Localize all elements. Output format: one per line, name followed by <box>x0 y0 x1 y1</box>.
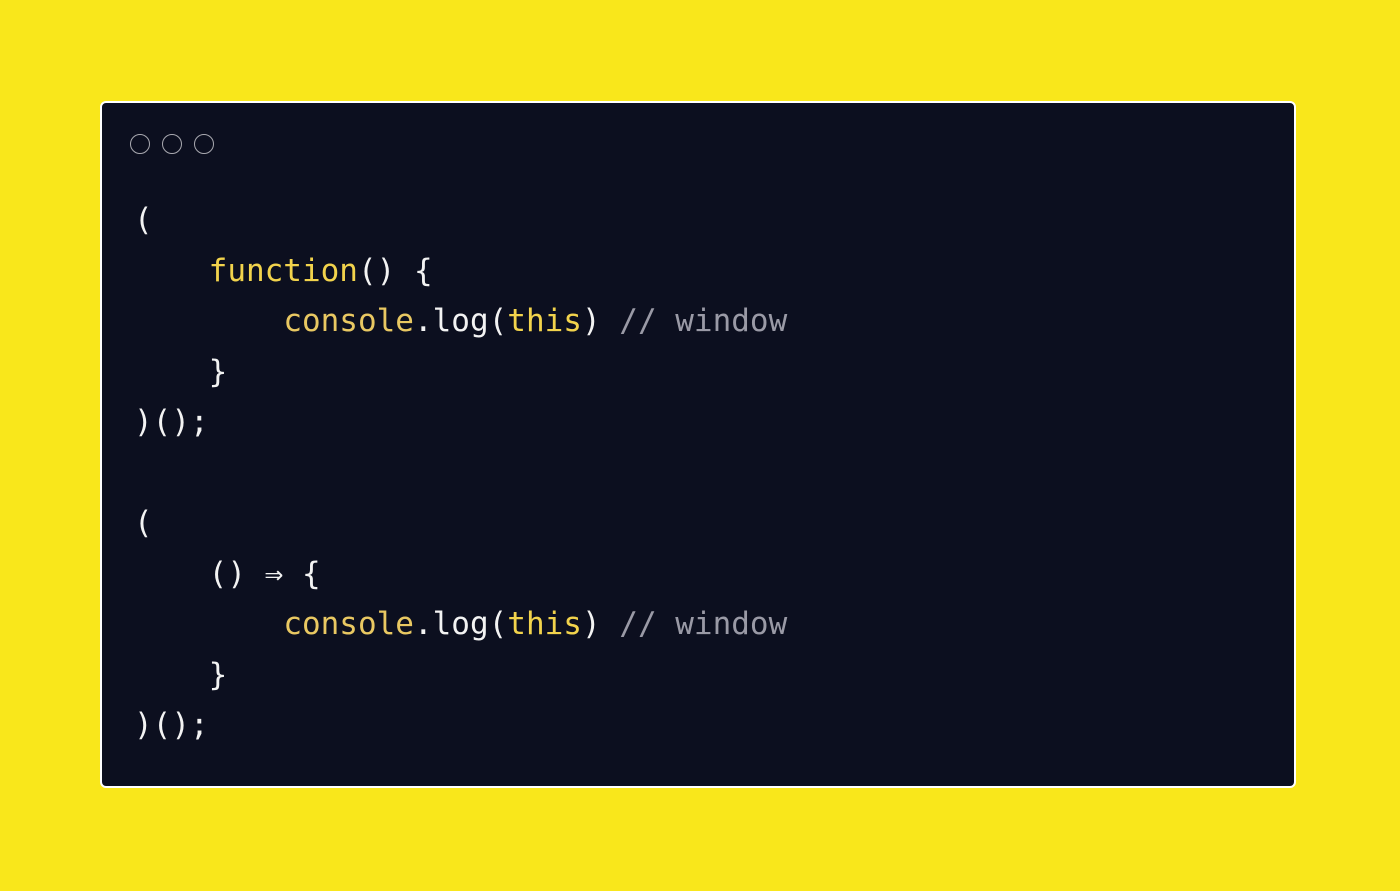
punctuation-token: )(); <box>134 404 209 440</box>
keyword-token: this <box>507 303 582 339</box>
keyword-token: function <box>208 252 358 289</box>
punctuation-token: ( <box>134 202 153 238</box>
punctuation-token: () { <box>357 252 433 289</box>
punctuation-token: .log( <box>413 606 508 642</box>
punctuation-token: .log( <box>413 303 508 339</box>
identifier-token: console <box>283 606 414 642</box>
maximize-dot-icon[interactable] <box>194 134 214 154</box>
keyword-token: this <box>507 606 582 642</box>
code-line: console.log(this) // window <box>134 296 787 347</box>
window-controls <box>130 134 214 154</box>
code-line: } <box>134 650 787 701</box>
code-line: )(); <box>134 397 787 448</box>
code-line: console.log(this) // window <box>134 599 787 650</box>
code-line: () ⇒ { <box>134 549 787 600</box>
code-window: ( function() { console.log(this) // wind… <box>100 101 1296 788</box>
minimize-dot-icon[interactable] <box>162 134 182 154</box>
comment-token: // window <box>619 303 788 339</box>
code-block: ( function() { console.log(this) // wind… <box>134 195 787 751</box>
close-dot-icon[interactable] <box>130 134 150 154</box>
punctuation-token: ) <box>581 303 620 339</box>
code-line: ( <box>134 195 787 246</box>
code-line: )(); <box>134 700 787 751</box>
code-line: ( <box>134 498 787 549</box>
code-line: } <box>134 347 787 398</box>
comment-token: // window <box>619 606 788 642</box>
identifier-token: console <box>283 303 414 339</box>
punctuation-token: ( <box>134 505 153 541</box>
punctuation-token: ) <box>581 606 620 642</box>
punctuation-token: () ⇒ { <box>208 555 321 592</box>
punctuation-token: } <box>208 353 228 390</box>
punctuation-token: )(); <box>134 707 209 743</box>
punctuation-token: } <box>208 656 228 693</box>
code-line: function() { <box>134 246 787 297</box>
